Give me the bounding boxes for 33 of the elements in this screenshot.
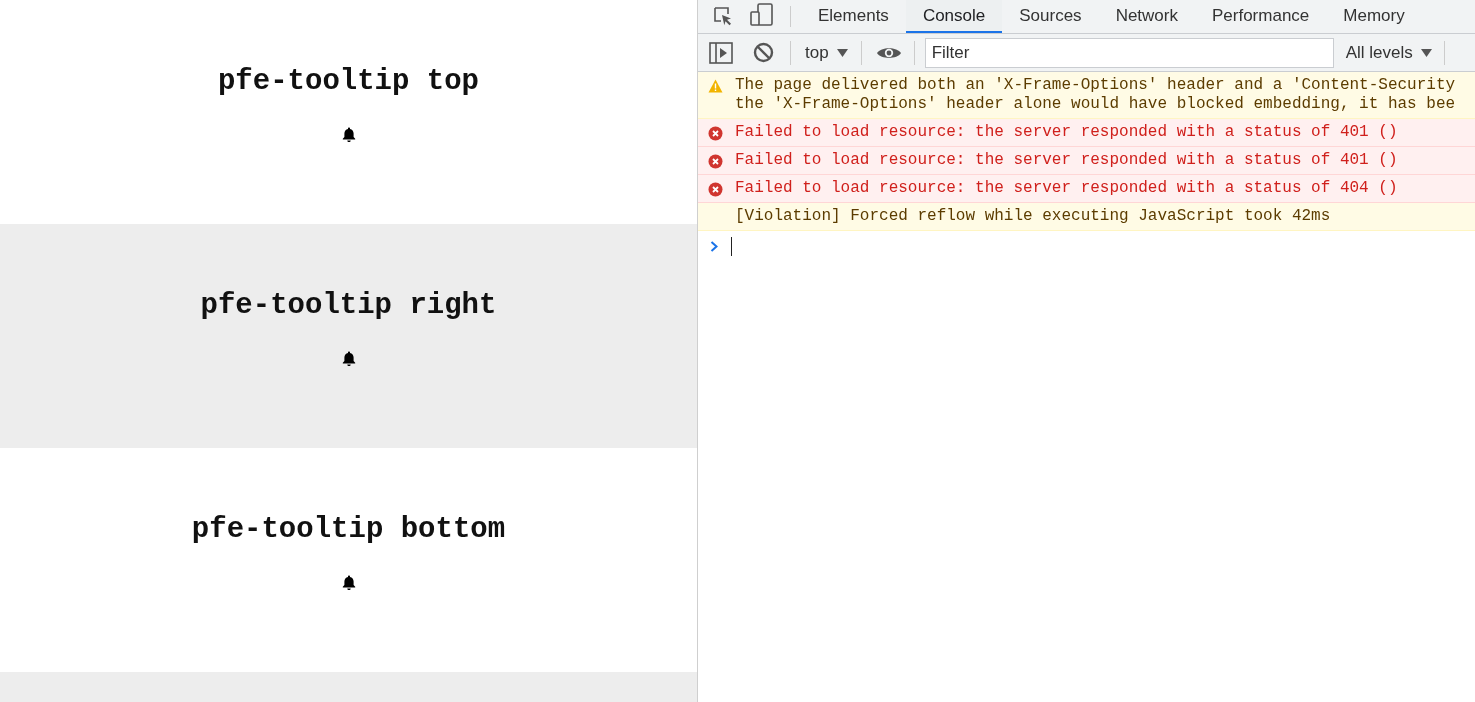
sidebar-toggle-icon[interactable] [709, 41, 733, 64]
message-text: The page delivered both an 'X-Frame-Options' header and a 'Content-Security [735, 76, 1456, 95]
error-icon [708, 126, 723, 141]
device-icon[interactable] [750, 3, 774, 27]
dropdown-caret-icon [836, 48, 848, 57]
error-icon [708, 154, 723, 169]
section-heading: pfe-tooltip right [200, 288, 497, 324]
inspect-icon[interactable] [712, 5, 734, 27]
error-icon [708, 182, 723, 197]
filter-field[interactable]: Filter [924, 37, 1334, 68]
devtools-tab[interactable]: Elements [801, 0, 906, 33]
section-heading: pfe-tooltip bottom [191, 512, 506, 548]
section-heading: pfe-tooltip top [217, 64, 479, 100]
devtools-tab[interactable]: Memory [1326, 0, 1422, 33]
warning-icon [708, 79, 723, 93]
devtools-tab[interactable]: Console [905, 0, 1003, 33]
message-text: Failed to load resource: the server responded with a status of 401 () [735, 151, 1398, 170]
bell-icon[interactable] [340, 574, 357, 591]
text-cursor[interactable] [731, 236, 732, 256]
levels-dropdown[interactable]: All levels [1345, 39, 1432, 66]
message-text: [Violation] Forced reflow while executing JavaScript took 42ms [735, 207, 1331, 226]
message-text: Failed to load resource: the server responded with a status of 401 () [735, 123, 1398, 142]
clear-icon[interactable] [753, 42, 774, 63]
dropdown-caret-icon [1420, 48, 1432, 57]
devtools-tab[interactable]: Performance [1195, 0, 1327, 33]
prompt-chevron-icon [710, 240, 719, 252]
context-dropdown[interactable]: top [805, 39, 848, 66]
devtools-tab[interactable]: Sources [1002, 0, 1099, 33]
bell-icon[interactable] [340, 126, 357, 143]
bell-icon[interactable] [340, 350, 357, 367]
message-text: the 'X-Frame-Options' header alone would have blocked embedding, it has bee [735, 95, 1456, 114]
devtools-tab[interactable]: Network [1098, 0, 1195, 33]
message-text: Failed to load resource: the server responded with a status of 404 () [735, 179, 1398, 198]
